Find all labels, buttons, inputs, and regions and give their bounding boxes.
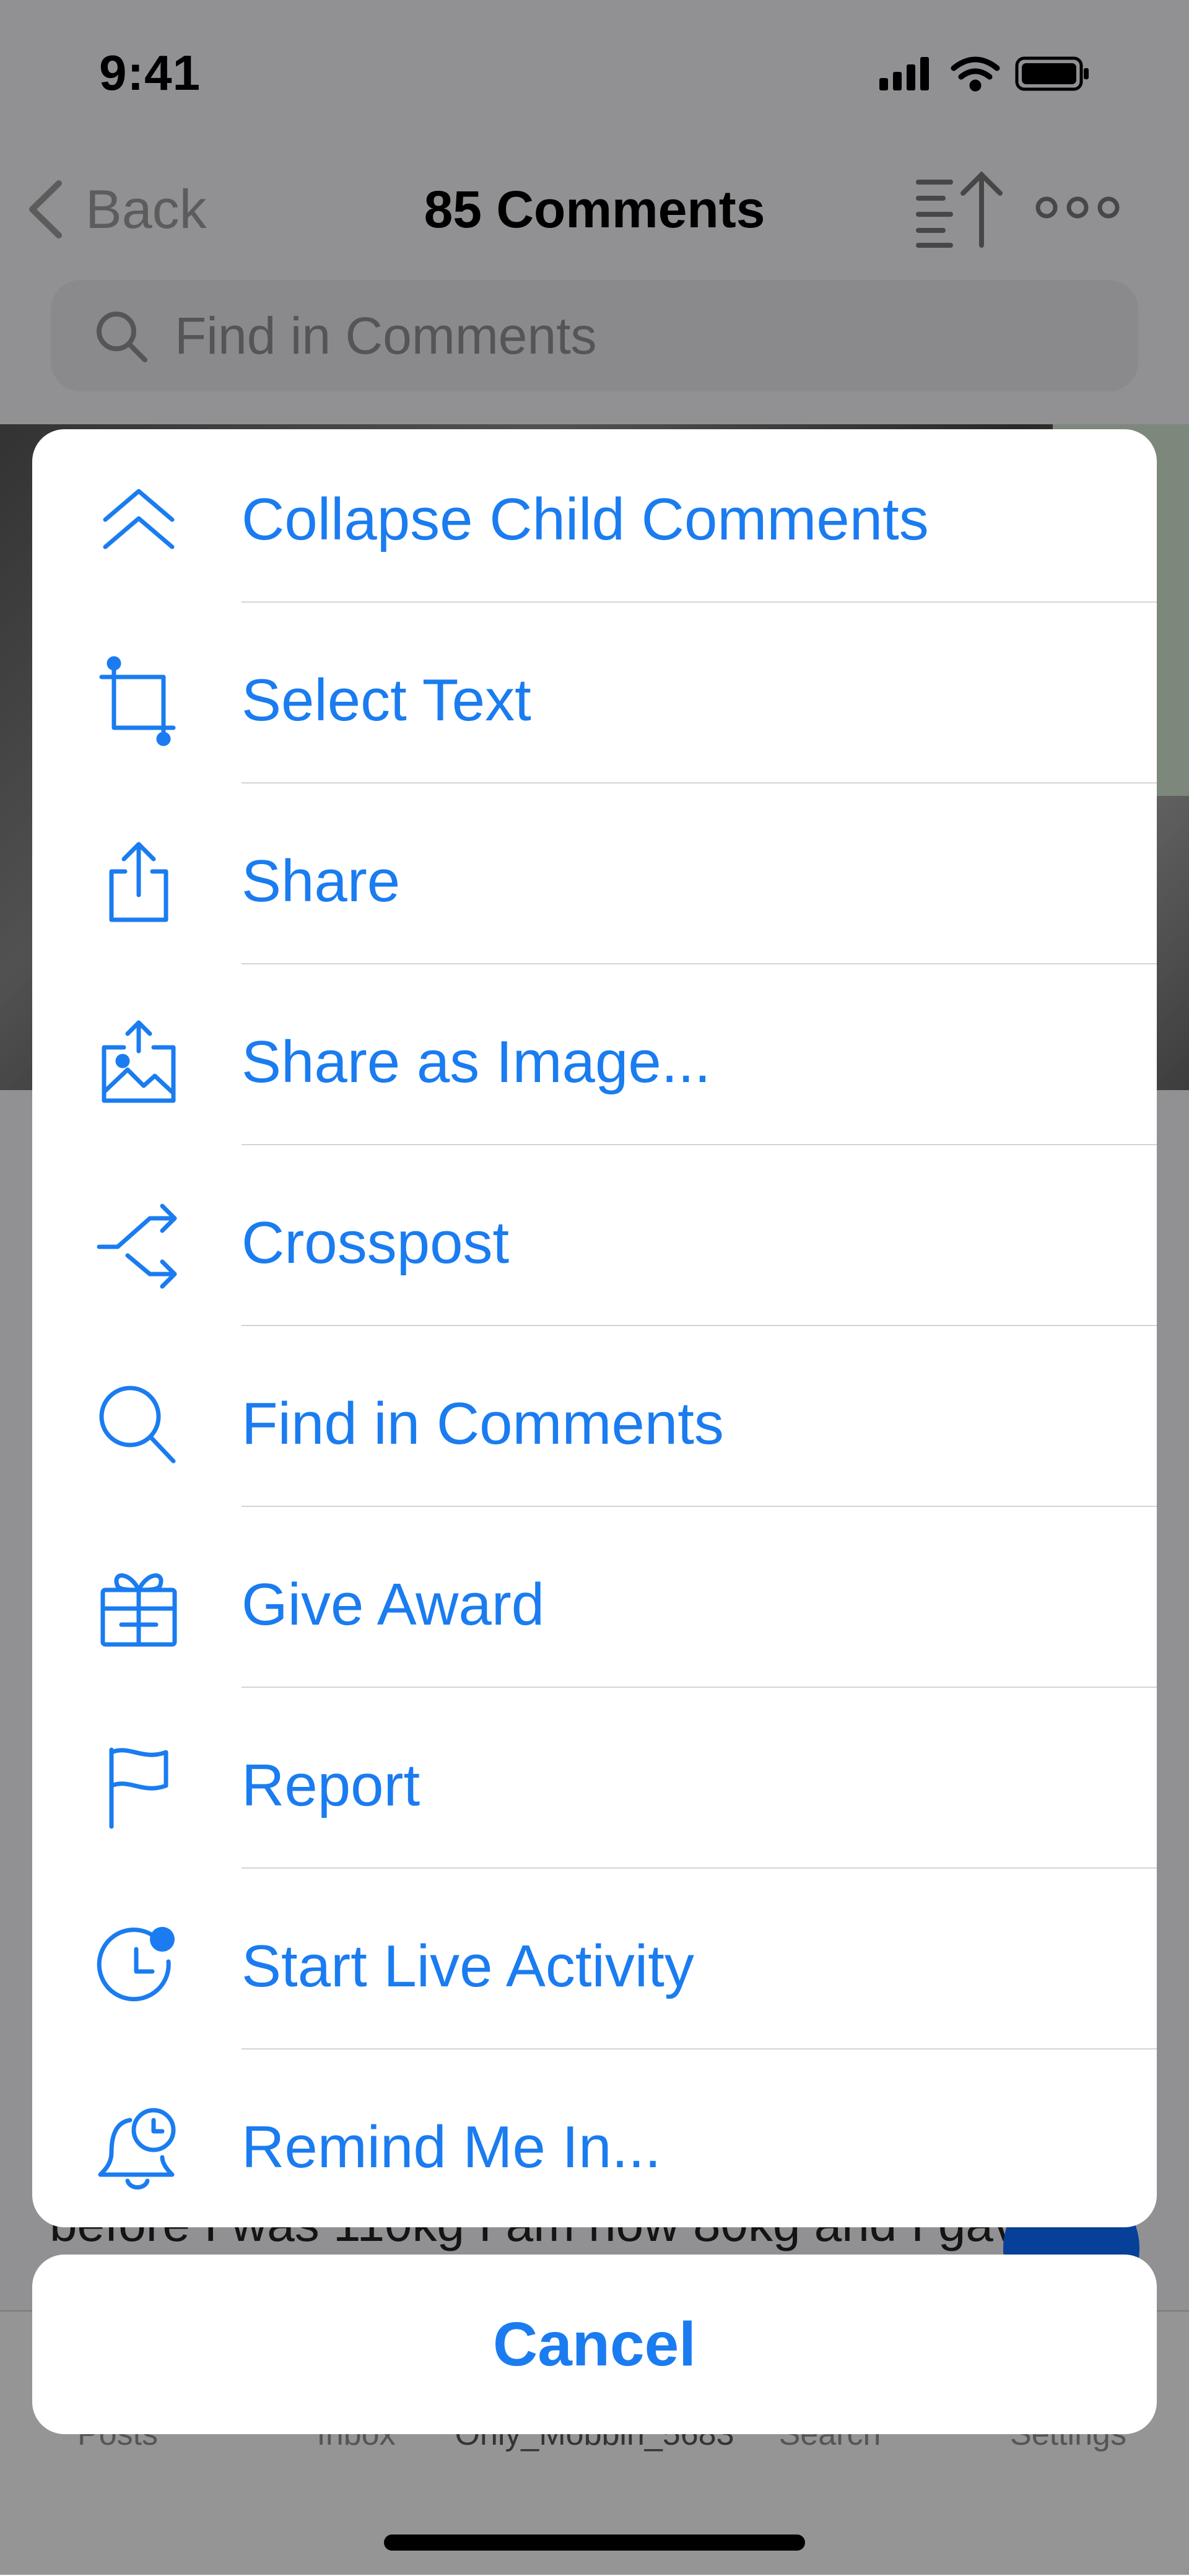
action-remind-me-in[interactable]: Remind Me In... xyxy=(32,2057,1157,2227)
cancel-label: Cancel xyxy=(493,2309,696,2379)
action-give-award[interactable]: Give Award xyxy=(32,1514,1157,1695)
action-label: Collapse Child Comments xyxy=(242,486,929,552)
action-report[interactable]: Report xyxy=(32,1695,1157,1876)
action-label: Select Text xyxy=(242,667,531,733)
action-label: Remind Me In... xyxy=(242,2114,661,2180)
action-start-live-activity[interactable]: Start Live Activity xyxy=(32,1876,1157,2057)
divider xyxy=(242,2048,1157,2050)
home-indicator[interactable] xyxy=(384,2535,805,2551)
action-collapse-child-comments[interactable]: Collapse Child Comments xyxy=(32,429,1157,610)
search-icon xyxy=(93,1378,185,1470)
action-share[interactable]: Share xyxy=(32,791,1157,972)
action-select-text[interactable]: Select Text xyxy=(32,610,1157,791)
action-label: Share as Image... xyxy=(242,1029,711,1095)
bell-clock-icon xyxy=(93,2102,185,2193)
action-sheet: Collapse Child Comments Select Text Shar… xyxy=(32,429,1157,2227)
action-label: Report xyxy=(242,1752,420,1818)
crop-select-icon xyxy=(93,655,185,746)
divider xyxy=(242,1506,1157,1507)
action-crosspost[interactable]: Crosspost xyxy=(32,1153,1157,1334)
action-label: Share xyxy=(242,848,401,914)
divider xyxy=(242,601,1157,603)
crosspost-icon xyxy=(93,1197,185,1289)
action-label: Give Award xyxy=(242,1571,545,1638)
action-find-in-comments[interactable]: Find in Comments xyxy=(32,1334,1157,1514)
divider xyxy=(242,782,1157,784)
action-label: Start Live Activity xyxy=(242,1933,694,1999)
live-activity-icon xyxy=(93,1921,185,2012)
gift-icon xyxy=(93,1559,185,1651)
action-label: Find in Comments xyxy=(242,1391,724,1457)
divider xyxy=(242,1867,1157,1869)
divider xyxy=(242,1325,1157,1326)
double-chevron-up-icon xyxy=(93,474,185,565)
cancel-button[interactable]: Cancel xyxy=(32,2255,1157,2434)
divider xyxy=(242,1687,1157,1688)
divider xyxy=(242,963,1157,964)
flag-icon xyxy=(93,1740,185,1832)
share-icon xyxy=(93,836,185,927)
action-share-as-image[interactable]: Share as Image... xyxy=(32,972,1157,1153)
share-image-icon xyxy=(93,1016,185,1108)
divider xyxy=(242,1144,1157,1145)
action-label: Crosspost xyxy=(242,1210,510,1276)
